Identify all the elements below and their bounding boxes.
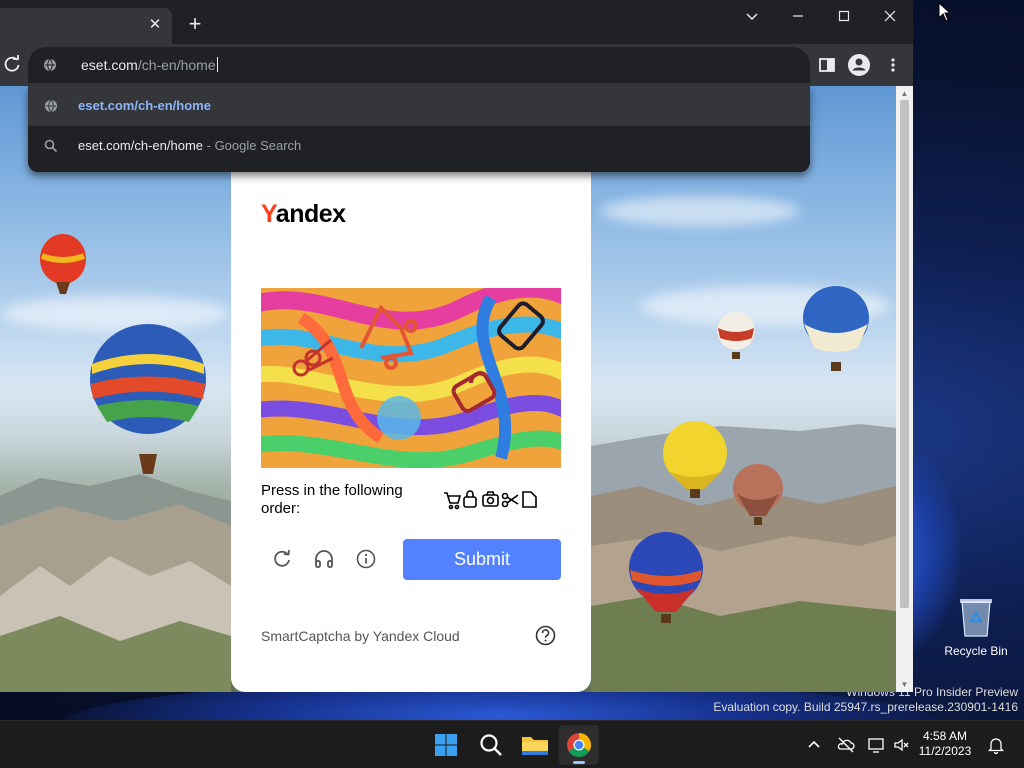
scroll-up-arrow-icon[interactable]: ▲ <box>900 89 909 98</box>
scroll-down-arrow-icon[interactable]: ▼ <box>900 680 909 689</box>
browser-window: ✕ + eset.com/ch-en/home ▲ ▼ Yandex Press… <box>0 0 913 692</box>
notification-bell-icon[interactable] <box>986 735 1006 755</box>
close-window-button[interactable] <box>878 4 902 28</box>
hot-air-balloon <box>40 234 86 294</box>
captcha-footer: SmartCaptcha by Yandex Cloud <box>261 628 460 644</box>
new-tab-button[interactable]: + <box>184 13 206 35</box>
active-tab[interactable]: ✕ <box>0 8 172 44</box>
network-icon[interactable] <box>867 735 887 755</box>
page-scrollbar[interactable]: ▲ ▼ <box>896 86 913 692</box>
active-app-indicator <box>573 761 585 764</box>
minimize-button[interactable] <box>786 4 810 28</box>
more-menu-icon[interactable] <box>882 54 904 76</box>
hot-air-balloon <box>733 464 783 525</box>
taskbar-search-icon[interactable] <box>471 725 511 765</box>
globe-icon <box>44 99 58 113</box>
hot-air-balloon <box>90 324 206 474</box>
captcha-order-icons <box>443 488 543 510</box>
hot-air-balloon <box>629 532 703 623</box>
yandex-logo-initial: Y <box>261 200 276 228</box>
refresh-icon[interactable] <box>271 548 293 570</box>
taskbar-clock[interactable]: 4:58 AM 11/2/2023 <box>914 729 976 759</box>
recycle-bin-icon <box>958 596 994 638</box>
hot-air-balloon <box>803 286 869 371</box>
globe-icon <box>43 58 57 72</box>
address-host: eset.com <box>81 57 138 73</box>
suggestion-url-text: eset.com/ch-en/home <box>78 98 211 113</box>
info-icon[interactable] <box>355 548 377 570</box>
side-panel-icon[interactable] <box>816 54 838 76</box>
headphones-icon[interactable] <box>313 548 335 570</box>
file-explorer-icon[interactable] <box>515 725 555 765</box>
address-bar[interactable]: eset.com/ch-en/home <box>28 47 810 83</box>
taskbar: 4:58 AM 11/2/2023 <box>0 720 1024 768</box>
tab-search-chevron-down-icon[interactable] <box>740 4 764 28</box>
omnibox-suggestions: eset.com/ch-en/home eset.com/ch-en/home … <box>28 86 810 172</box>
maximize-button[interactable] <box>832 4 856 28</box>
hot-air-balloon <box>663 421 727 498</box>
yandex-logo-rest: andex <box>275 200 346 228</box>
address-text[interactable]: eset.com/ch-en/home <box>81 57 218 73</box>
recycle-bin-shortcut[interactable]: Recycle Bin <box>940 596 1012 658</box>
reload-icon[interactable] <box>2 54 22 74</box>
captcha-card: Yandex Press in the following order: Sub… <box>231 162 591 692</box>
suggestion-url[interactable]: eset.com/ch-en/home <box>28 86 810 126</box>
recycle-bin-label: Recycle Bin <box>944 644 1008 658</box>
suggestion-search-query: eset.com/ch-en/home <box>78 138 204 153</box>
clock-date: 11/2/2023 <box>918 744 972 758</box>
hot-air-balloon <box>717 312 755 359</box>
clock-time: 4:58 AM <box>922 729 968 743</box>
volume-muted-icon[interactable] <box>892 735 912 755</box>
yandex-logo: Yandex <box>261 200 346 229</box>
help-question-icon[interactable] <box>535 625 556 646</box>
chevron-up-icon[interactable] <box>804 735 824 755</box>
search-icon <box>44 139 58 153</box>
suggestion-search-text: eset.com/ch-en/home - Google Search <box>78 138 301 153</box>
scroll-thumb[interactable] <box>900 100 909 608</box>
captcha-challenge-image[interactable] <box>261 288 561 468</box>
suggestion-search[interactable]: eset.com/ch-en/home - Google Search <box>28 126 810 166</box>
profile-avatar-icon[interactable] <box>847 53 871 77</box>
submit-button[interactable]: Submit <box>403 539 561 580</box>
mouse-cursor-icon <box>938 2 952 22</box>
text-caret <box>216 57 218 72</box>
tab-strip: ✕ + <box>0 0 913 44</box>
captcha-instruction: Press in the following order: <box>261 482 403 517</box>
start-button[interactable] <box>426 725 466 765</box>
address-path: /ch-en/home <box>137 57 216 73</box>
tab-close-icon[interactable]: ✕ <box>146 16 164 34</box>
suggestion-search-engine: - Google Search <box>203 138 302 153</box>
sky-cloud <box>600 196 800 226</box>
chrome-taskbar-icon[interactable] <box>559 725 599 765</box>
onedrive-offline-icon[interactable] <box>836 735 856 755</box>
watermark-build: Evaluation copy. Build 25947.rs_prerelea… <box>713 700 1018 714</box>
browser-toolbar: eset.com/ch-en/home <box>0 44 913 86</box>
